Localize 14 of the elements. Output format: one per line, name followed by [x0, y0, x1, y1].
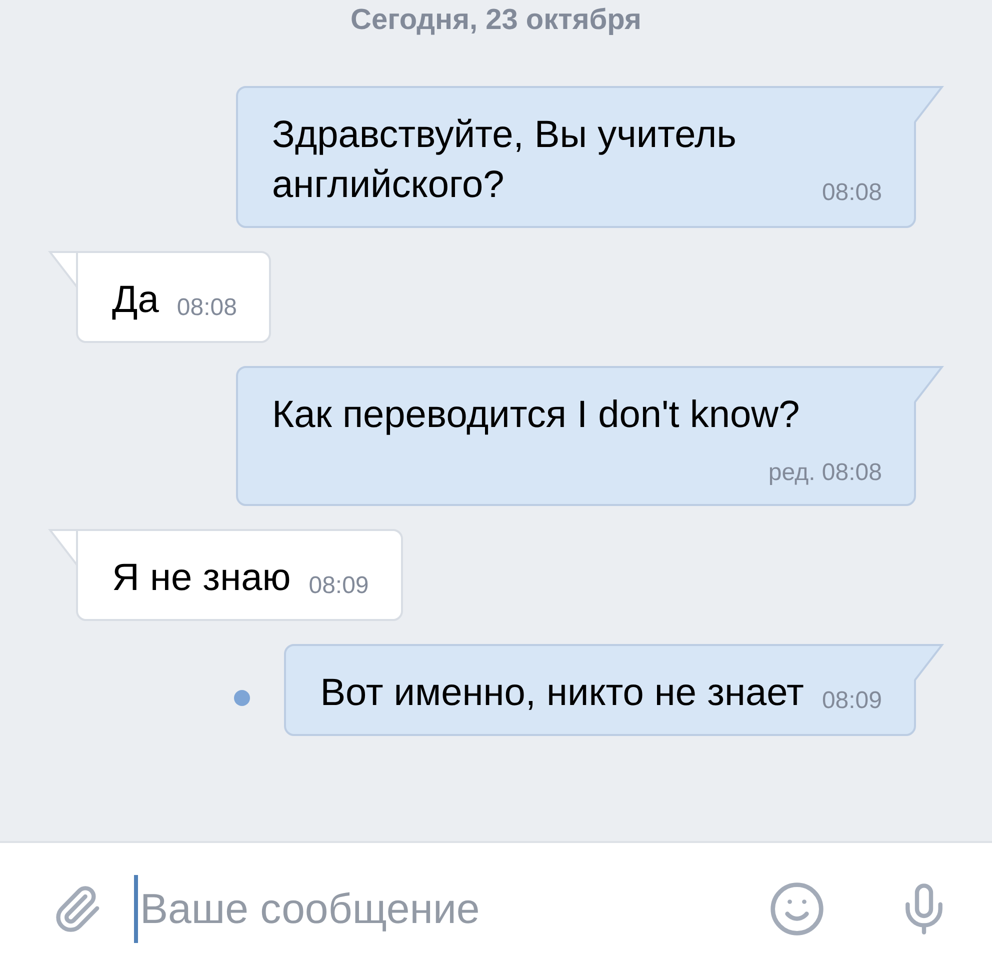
message-text: Вот именно, никто не знает — [320, 672, 804, 714]
text-cursor — [134, 874, 138, 942]
message-text: Здравствуйте, Вы учитель английского? — [272, 114, 736, 206]
message-input[interactable]: Ваше сообщение — [140, 884, 768, 932]
message-time: 08:09 — [308, 571, 369, 601]
message-time: ред. 08:08 — [768, 458, 882, 488]
message-text: Я не знаю — [112, 557, 291, 599]
message-text: Как переводится I don't know? — [272, 394, 800, 436]
message-time: 08:09 — [822, 686, 882, 716]
message-time: 08:08 — [176, 293, 237, 323]
date-header: Сегодня, 23 октября — [350, 4, 642, 37]
smile-icon[interactable] — [768, 880, 826, 938]
message-time: 08:08 — [822, 178, 882, 208]
message-text: Да — [112, 279, 159, 321]
